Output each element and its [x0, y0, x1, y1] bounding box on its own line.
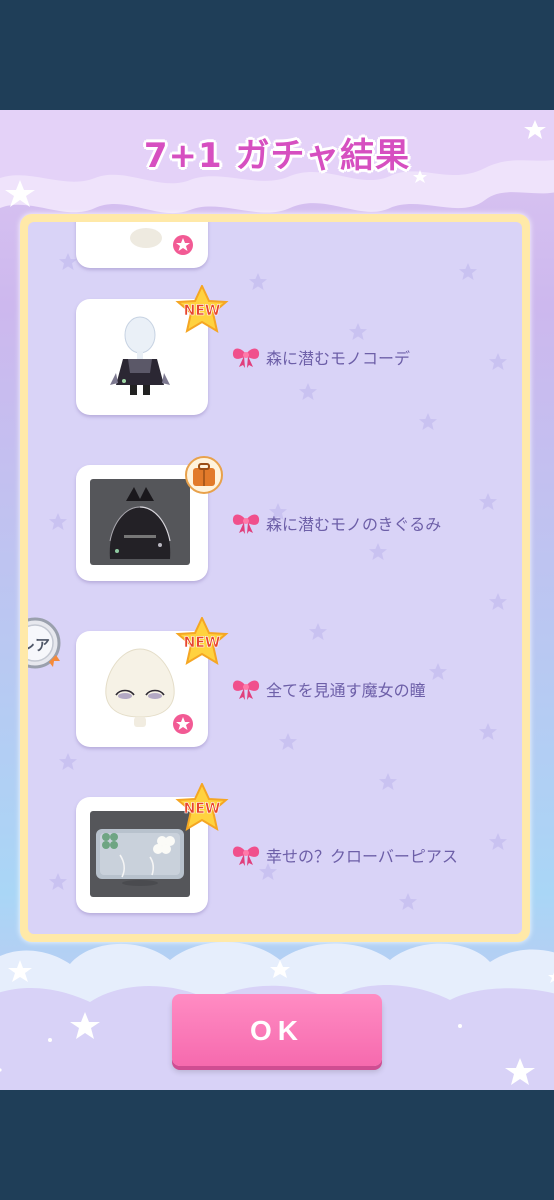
page-title: 7+1 ガチャ結果: [143, 136, 411, 176]
new-badge-icon: NEW: [175, 617, 229, 666]
rare-badge: レア: [28, 615, 66, 671]
bag-icon: [185, 456, 223, 494]
item-name: 全てを見通す魔女の瞳: [266, 681, 426, 700]
status-bar-area: [0, 0, 554, 110]
ribbon-icon: [232, 514, 260, 534]
gacha-result-screen: 7+1 ガチャ結果 NEW 森に潜むモノコーデ 森に潜むモノのきぐるみ ア NE…: [0, 110, 554, 1090]
rare-badge-label: レア: [28, 636, 50, 654]
new-badge-icon: NEW: [175, 285, 229, 334]
list-item-partial[interactable]: [28, 222, 522, 282]
favorite-star-icon[interactable]: [172, 713, 194, 735]
list-item[interactable]: レア NEW 全てを見通す魔女の瞳: [28, 617, 522, 761]
results-panel: NEW 森に潜むモノコーデ 森に潜むモノのきぐるみ ア NEW 全てを見通す魔女…: [20, 214, 530, 942]
item-thumbnail: [76, 222, 208, 268]
item-name: 森に潜むモノコーデ: [266, 349, 411, 368]
item-name: 森に潜むモノのきぐるみ: [266, 515, 442, 534]
favorite-star-icon[interactable]: [172, 234, 194, 256]
new-badge-icon: NEW: [175, 783, 229, 832]
results-list[interactable]: NEW 森に潜むモノコーデ 森に潜むモノのきぐるみ ア NEW 全てを見通す魔女…: [28, 222, 522, 934]
navigation-bar-area: [0, 1090, 554, 1200]
new-badge-label: NEW: [184, 801, 221, 817]
list-item[interactable]: 森に潜むモノのきぐるみ: [28, 456, 522, 595]
item-image: [90, 479, 190, 565]
new-badge-label: NEW: [184, 635, 221, 651]
ribbon-icon: [232, 348, 260, 368]
ribbon-icon: [232, 680, 260, 700]
list-item[interactable]: NEW 森に潜むモノコーデ: [28, 285, 522, 429]
ribbon-icon: [232, 846, 260, 866]
ok-button[interactable]: OK: [172, 994, 382, 1066]
item-name: 幸せの？クローバーピアス: [266, 847, 458, 866]
new-badge-label: NEW: [184, 303, 221, 319]
list-item[interactable]: NEW 幸せの？クローバーピアス: [28, 783, 522, 927]
